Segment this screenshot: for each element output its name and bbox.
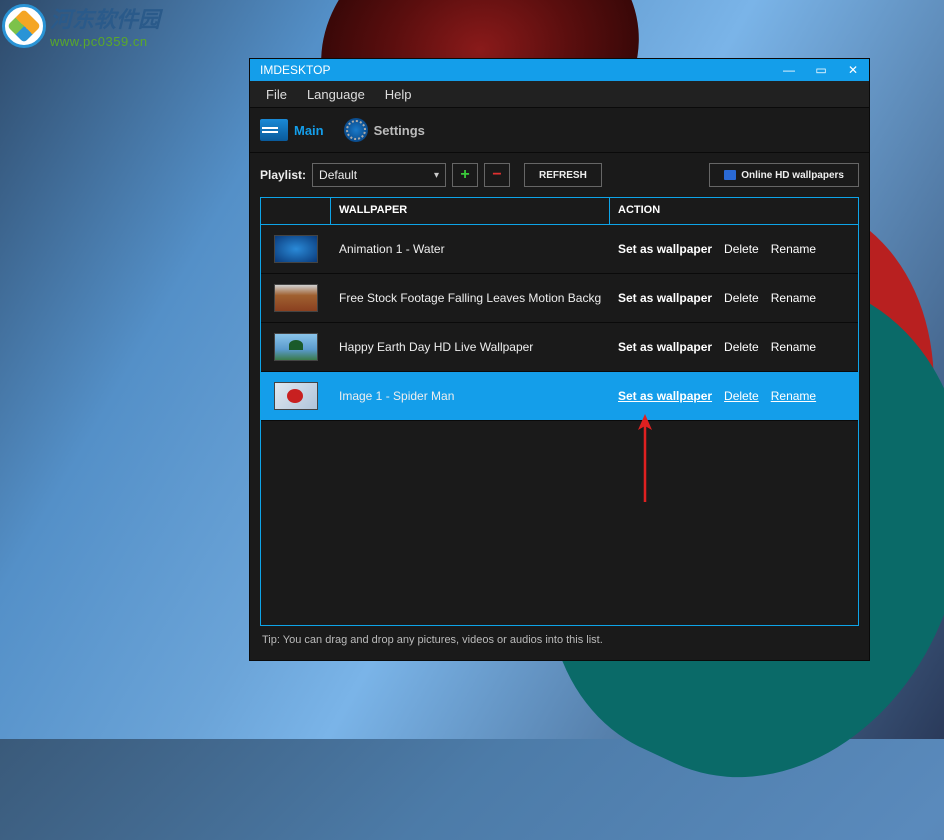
rename-link[interactable]: Rename — [771, 340, 816, 354]
menu-file[interactable]: File — [256, 83, 297, 106]
tip-text: Tip: You can drag and drop any pictures,… — [260, 626, 859, 650]
playlist-dropdown[interactable]: Default — [312, 163, 446, 187]
delete-link[interactable]: Delete — [724, 242, 759, 256]
header-action: ACTION — [610, 198, 858, 224]
header-thumbnail — [261, 198, 331, 224]
set-as-wallpaper-link[interactable]: Set as wallpaper — [618, 340, 712, 354]
delete-link[interactable]: Delete — [724, 291, 759, 305]
refresh-button[interactable]: REFRESH — [524, 163, 602, 187]
table-row[interactable]: Free Stock Footage Falling Leaves Motion… — [261, 274, 858, 323]
table-row[interactable]: Happy Earth Day HD Live WallpaperSet as … — [261, 323, 858, 372]
watermark-url: www.pc0359.cn — [50, 34, 160, 49]
wallpaper-thumbnail — [274, 382, 318, 410]
thumbnail-cell — [261, 333, 331, 361]
main-icon — [260, 119, 288, 141]
wallpaper-thumbnail — [274, 235, 318, 263]
tab-main[interactable]: Main — [260, 119, 324, 141]
app-window: IMDESKTOP ― ▭ ✕ File Language Help Main … — [249, 58, 870, 661]
thumbnail-cell — [261, 235, 331, 263]
rename-link[interactable]: Rename — [771, 389, 816, 403]
action-cell: Set as wallpaper Delete Rename — [610, 340, 858, 354]
wallpaper-table: WALLPAPER ACTION Animation 1 - WaterSet … — [260, 197, 859, 626]
set-as-wallpaper-link[interactable]: Set as wallpaper — [618, 389, 712, 403]
tab-settings[interactable]: Settings — [344, 118, 425, 142]
remove-playlist-button[interactable]: − — [484, 163, 510, 187]
online-icon — [724, 170, 736, 180]
action-cell: Set as wallpaper Delete Rename — [610, 291, 858, 305]
titlebar[interactable]: IMDESKTOP ― ▭ ✕ — [250, 59, 869, 81]
thumbnail-cell — [261, 284, 331, 312]
tabbar: Main Settings — [250, 108, 869, 153]
tab-main-label: Main — [294, 123, 324, 138]
minimize-button[interactable]: ― — [777, 63, 801, 77]
rename-link[interactable]: Rename — [771, 291, 816, 305]
content-area: Playlist: Default + − REFRESH Online HD … — [250, 153, 869, 660]
action-cell: Set as wallpaper Delete Rename — [610, 242, 858, 256]
watermark-logo-icon — [2, 4, 46, 48]
wallpaper-name: Free Stock Footage Falling Leaves Motion… — [331, 291, 610, 305]
set-as-wallpaper-link[interactable]: Set as wallpaper — [618, 291, 712, 305]
refresh-label: REFRESH — [539, 170, 587, 181]
playlist-toolbar: Playlist: Default + − REFRESH Online HD … — [260, 163, 859, 187]
playlist-label: Playlist: — [260, 168, 306, 182]
wallpaper-thumbnail — [274, 284, 318, 312]
action-cell: Set as wallpaper Delete Rename — [610, 389, 858, 403]
table-row[interactable]: Animation 1 - Water Set as wallpaper Delet… — [261, 225, 858, 274]
menu-language[interactable]: Language — [297, 83, 375, 106]
online-wallpapers-button[interactable]: Online HD wallpapers — [709, 163, 859, 187]
table-row[interactable]: Image 1 - Spider Man Set as wallpaper Dele… — [261, 372, 858, 421]
watermark: 河东软件园 www.pc0359.cn — [2, 2, 160, 49]
tab-settings-label: Settings — [374, 123, 425, 138]
watermark-title: 河东软件园 — [50, 2, 160, 34]
delete-link[interactable]: Delete — [724, 340, 759, 354]
wallpaper-name: Animation 1 - Water — [331, 242, 610, 256]
playlist-selected-value: Default — [319, 168, 357, 182]
maximize-button[interactable]: ▭ — [809, 63, 833, 77]
rename-link[interactable]: Rename — [771, 242, 816, 256]
menubar: File Language Help — [250, 81, 869, 108]
window-title: IMDESKTOP — [260, 63, 330, 77]
set-as-wallpaper-link[interactable]: Set as wallpaper — [618, 242, 712, 256]
wallpaper-name: Happy Earth Day HD Live Wallpaper — [331, 340, 610, 354]
wallpaper-thumbnail — [274, 333, 318, 361]
delete-link[interactable]: Delete — [724, 389, 759, 403]
table-body: Animation 1 - Water Set as wallpaper Delet… — [261, 225, 858, 625]
online-label: Online HD wallpapers — [741, 170, 844, 181]
thumbnail-cell — [261, 382, 331, 410]
gear-icon — [344, 118, 368, 142]
table-header: WALLPAPER ACTION — [261, 198, 858, 225]
header-wallpaper: WALLPAPER — [331, 198, 610, 224]
menu-help[interactable]: Help — [375, 83, 422, 106]
add-playlist-button[interactable]: + — [452, 163, 478, 187]
close-button[interactable]: ✕ — [841, 63, 865, 77]
wallpaper-name: Image 1 - Spider Man — [331, 389, 610, 403]
